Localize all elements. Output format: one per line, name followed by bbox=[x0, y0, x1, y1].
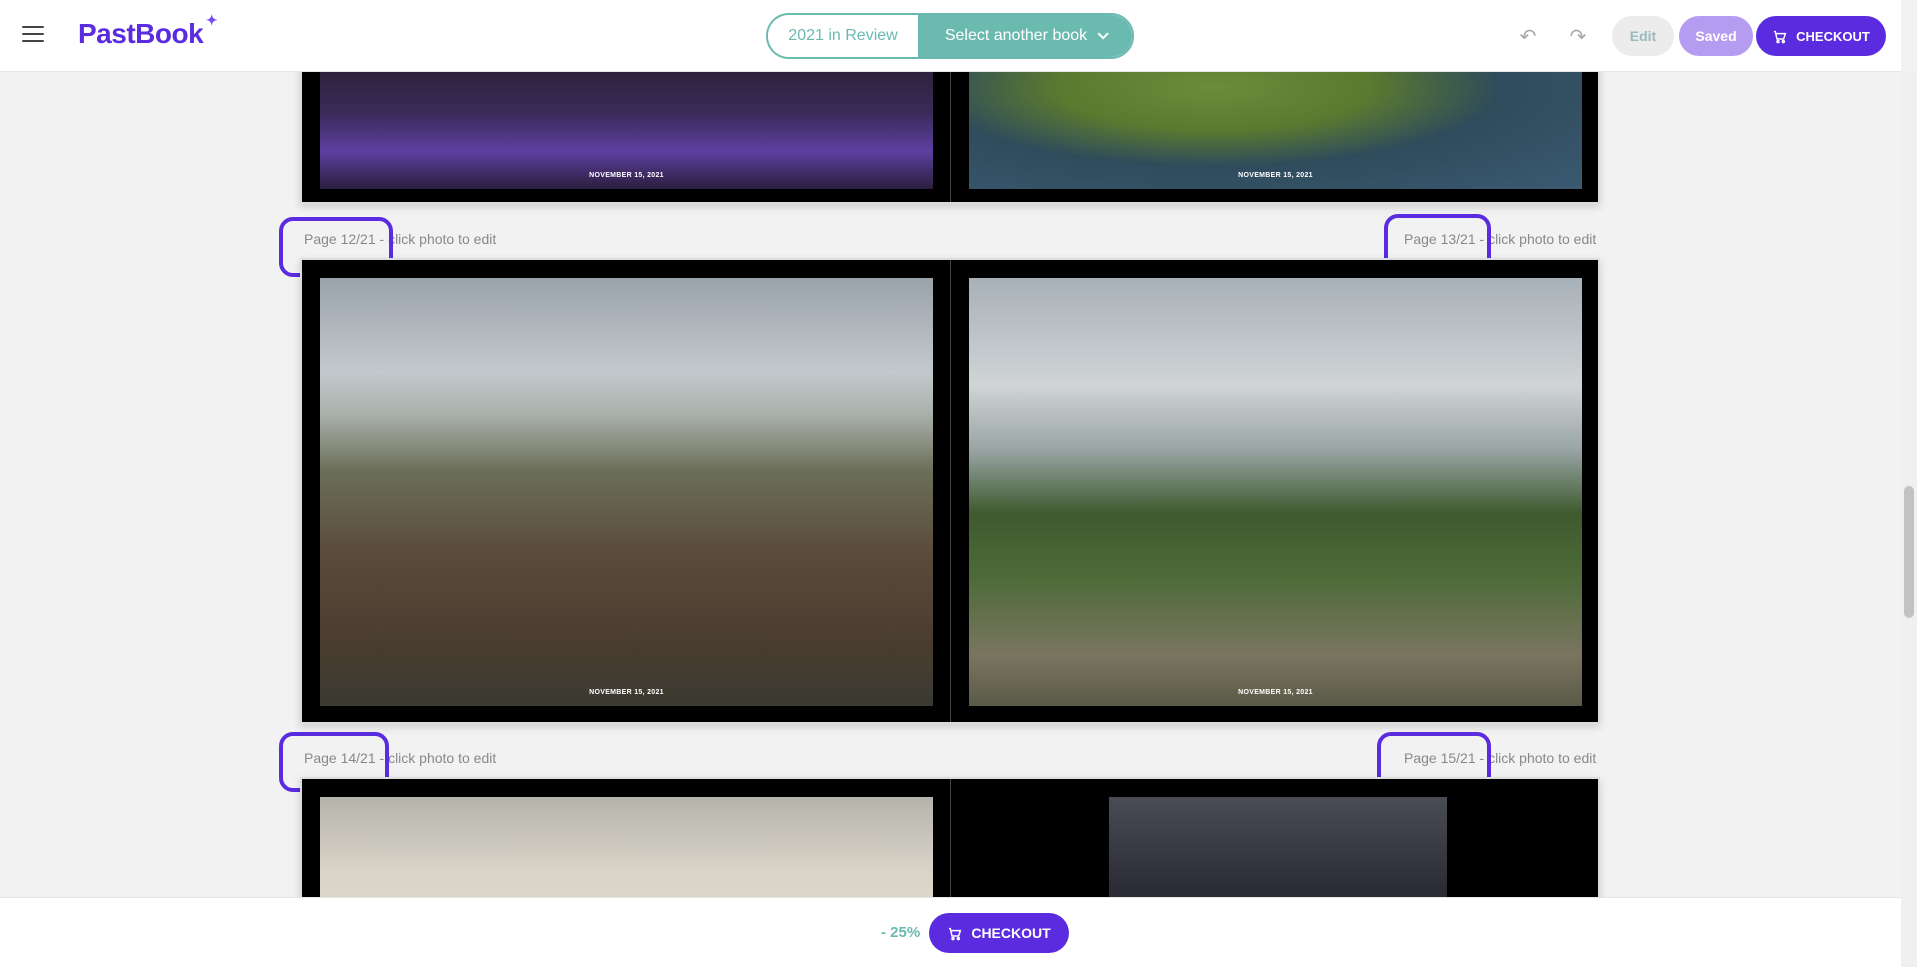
edit-label: Edit bbox=[1629, 28, 1657, 44]
discount-badge: - 25% bbox=[881, 924, 921, 941]
photo-park-guell-view[interactable]: NOVEMBER 15, 2021 bbox=[969, 278, 1582, 706]
photo-caption: NOVEMBER 15, 2021 bbox=[589, 172, 664, 179]
cart-icon bbox=[947, 926, 963, 941]
chevron-down-icon bbox=[1097, 28, 1109, 40]
scrollbar[interactable] bbox=[1901, 72, 1917, 967]
photo-caption: NOVEMBER 15, 2021 bbox=[1238, 689, 1313, 696]
footer-checkout-button[interactable]: CHECKOUT bbox=[929, 913, 1069, 953]
top-bar: PastBook ✦ 2021 in Review Select another… bbox=[0, 0, 1901, 72]
logo-text: PastBook bbox=[78, 18, 204, 49]
photo-park-guell-houses[interactable]: NOVEMBER 15, 2021 bbox=[320, 278, 933, 706]
select-book-label: Select another book bbox=[944, 27, 1088, 44]
edit-button[interactable]: Edit bbox=[1612, 16, 1674, 56]
hamburger-menu-icon[interactable] bbox=[22, 26, 44, 44]
page-right: NOVEMBER 15, 2021 bbox=[951, 260, 1600, 722]
book-switcher: 2021 in Review Select another book bbox=[766, 13, 1134, 59]
photo-market[interactable]: NOVEMBER 15, 2021 bbox=[320, 62, 933, 189]
saved-button[interactable]: Saved bbox=[1679, 16, 1753, 56]
sparkle-icon: ✦ bbox=[205, 12, 218, 28]
current-book-label: 2021 in Review bbox=[788, 27, 898, 44]
page-left: NOVEMBER 15, 2021 bbox=[302, 62, 951, 202]
checkout-label: CHECKOUT bbox=[971, 925, 1051, 941]
bottom-bar: - 25% CHECKOUT bbox=[0, 897, 1901, 967]
page-left: NOVEMBER 15, 2021 bbox=[302, 260, 951, 722]
current-book-button[interactable]: 2021 in Review bbox=[768, 15, 918, 57]
page-right: NOVEMBER 15, 2021 bbox=[951, 62, 1600, 202]
checkout-label: CHECKOUT bbox=[1796, 28, 1870, 44]
cart-icon bbox=[1772, 29, 1788, 44]
pastbook-logo[interactable]: PastBook ✦ bbox=[78, 12, 218, 50]
edit-hint: - click photo to edit bbox=[375, 750, 497, 766]
saved-label: Saved bbox=[1695, 28, 1737, 44]
edit-hint: - click photo to edit bbox=[375, 231, 497, 247]
photo-caption: NOVEMBER 15, 2021 bbox=[1238, 172, 1313, 179]
book-spread: NOVEMBER 15, 2021 NOVEMBER 15, 2021 bbox=[300, 258, 1600, 724]
select-another-book-button[interactable]: Select another book bbox=[918, 15, 1132, 57]
book-spread: NOVEMBER 15, 2021 NOVEMBER 15, 2021 bbox=[300, 60, 1600, 204]
scrollbar-thumb[interactable] bbox=[1904, 486, 1914, 618]
edit-hint: - click photo to edit bbox=[1475, 231, 1597, 247]
checkout-button[interactable]: CHECKOUT bbox=[1756, 16, 1886, 56]
undo-icon[interactable]: ↶ bbox=[1516, 24, 1540, 48]
redo-icon[interactable]: ↷ bbox=[1566, 24, 1590, 48]
photo-caption: NOVEMBER 15, 2021 bbox=[589, 689, 664, 696]
edit-hint: - click photo to edit bbox=[1475, 750, 1597, 766]
photo-lake[interactable]: NOVEMBER 15, 2021 bbox=[969, 62, 1582, 189]
